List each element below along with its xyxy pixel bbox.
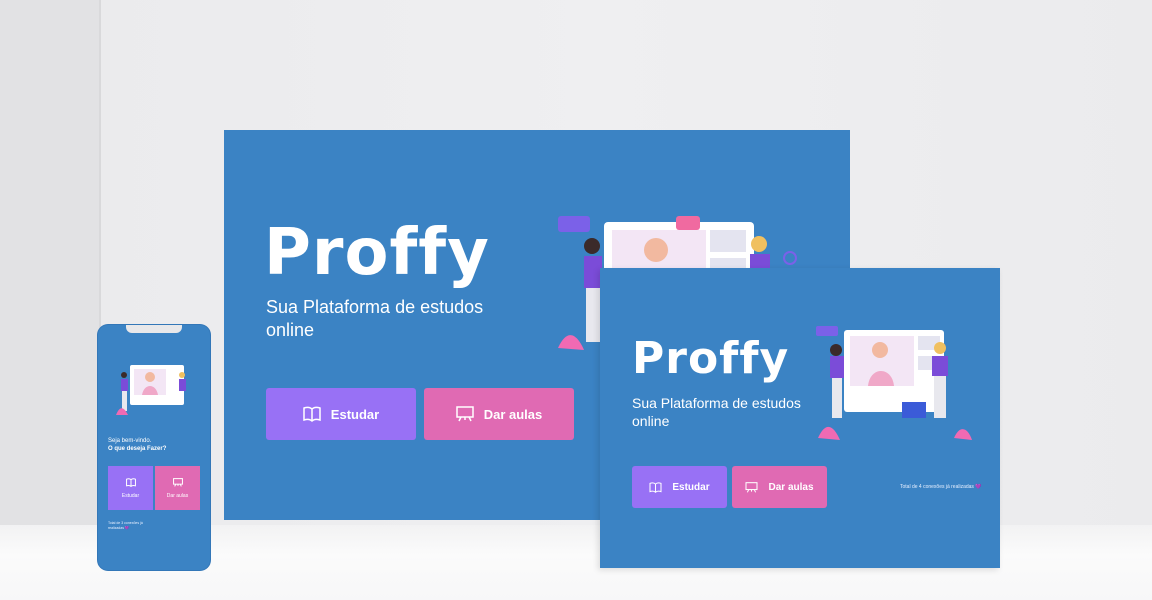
hero-illustration xyxy=(814,320,974,445)
book-open-icon xyxy=(125,477,136,487)
study-button-label: Estudar xyxy=(121,492,140,499)
teach-button[interactable]: Dar aulas xyxy=(732,466,827,508)
study-button[interactable]: Estudar xyxy=(108,466,153,510)
connections-total: Total de 4 conexões já realizadas 💜 xyxy=(900,484,982,490)
connections-total: Total de 3 conexões já realizadas 💜 xyxy=(108,521,143,530)
book-open-icon xyxy=(649,481,662,493)
book-open-icon xyxy=(303,406,321,422)
teach-button[interactable]: Dar aulas xyxy=(424,388,574,440)
logo: Proffy xyxy=(264,216,490,290)
teach-button-label: Dar aulas xyxy=(768,481,814,493)
question-text: O que deseja Fazer? xyxy=(108,446,167,452)
study-button[interactable]: Estudar xyxy=(632,466,727,508)
presentation-board-icon xyxy=(455,406,474,422)
study-button-label: Estudar xyxy=(672,481,710,493)
mobile-screen: Seja bem-vindo. O que deseja Fazer? Estu… xyxy=(98,325,210,570)
teach-button-label: Dar aulas xyxy=(166,492,189,499)
tagline: Sua Plataforma de estudos online xyxy=(632,395,801,429)
desktop-screen-small: Proffy Sua Plataforma de estudos online … xyxy=(600,268,1000,568)
hero-illustration xyxy=(114,361,196,417)
teach-button-label: Dar aulas xyxy=(483,406,543,422)
presentation-board-icon xyxy=(745,481,758,493)
greeting-text: Seja bem-vindo. xyxy=(108,438,152,444)
tagline: Sua Plataforma de estudos online xyxy=(266,297,484,340)
greeting: Seja bem-vindo. O que deseja Fazer? xyxy=(108,437,166,453)
study-button[interactable]: Estudar xyxy=(266,388,416,440)
phone-notch xyxy=(126,325,182,333)
teach-button[interactable]: Dar aulas xyxy=(155,466,200,510)
logo: Proffy xyxy=(632,333,790,384)
presentation-board-icon xyxy=(172,477,183,487)
study-button-label: Estudar xyxy=(330,406,380,422)
